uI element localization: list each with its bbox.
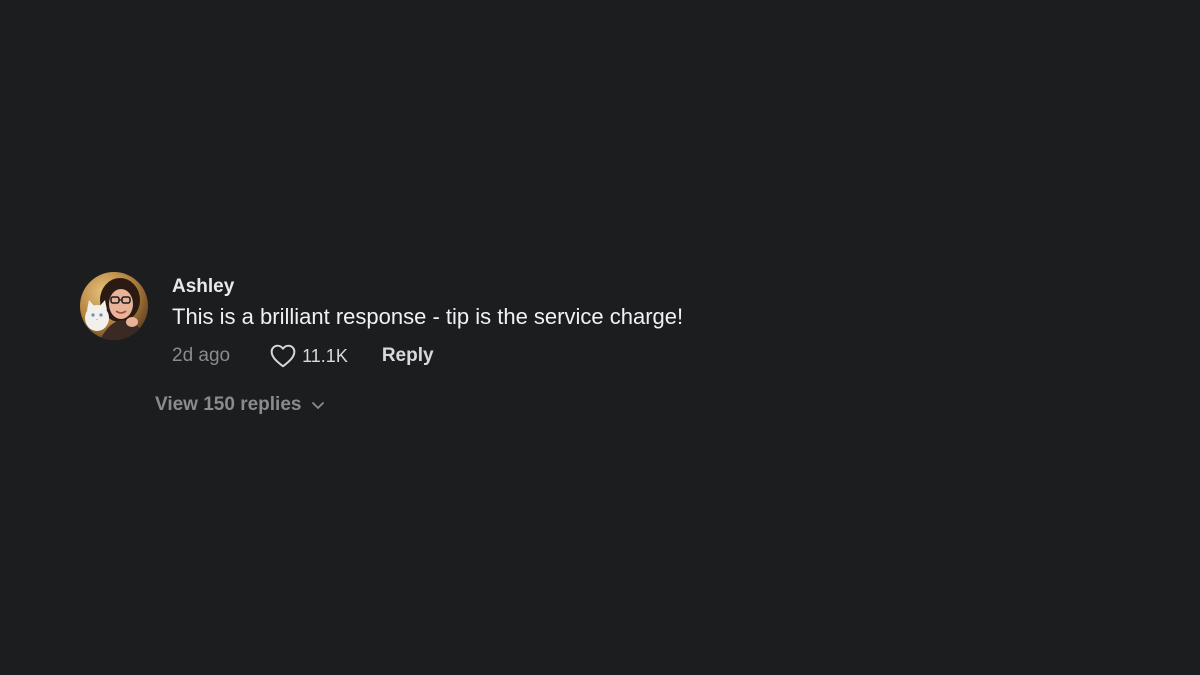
view-replies-button[interactable]: View 150 replies [155, 394, 325, 416]
heart-outline-icon [270, 344, 296, 368]
comment-meta: 2d ago 11.1K Reply [172, 342, 683, 370]
comment-body: Ashley This is a brilliant response - ti… [172, 272, 683, 370]
user-avatar[interactable] [80, 272, 148, 340]
comment-timestamp: 2d ago [172, 345, 231, 366]
like-button[interactable]: 11.1K [270, 344, 348, 368]
reply-button[interactable]: Reply [382, 345, 434, 367]
avatar-photo-icon [80, 272, 148, 340]
like-count: 11.1K [302, 345, 348, 366]
comment-text: This is a brilliant response - tip is th… [172, 304, 684, 329]
view-replies-label: View 150 replies [155, 394, 302, 415]
chevron-down-icon [312, 402, 325, 409]
comments-panel: Ashley This is a brilliant response - ti… [0, 0, 1200, 675]
comment-username[interactable]: Ashley [172, 275, 683, 299]
comment-item: Ashley This is a brilliant response - ti… [80, 272, 683, 370]
